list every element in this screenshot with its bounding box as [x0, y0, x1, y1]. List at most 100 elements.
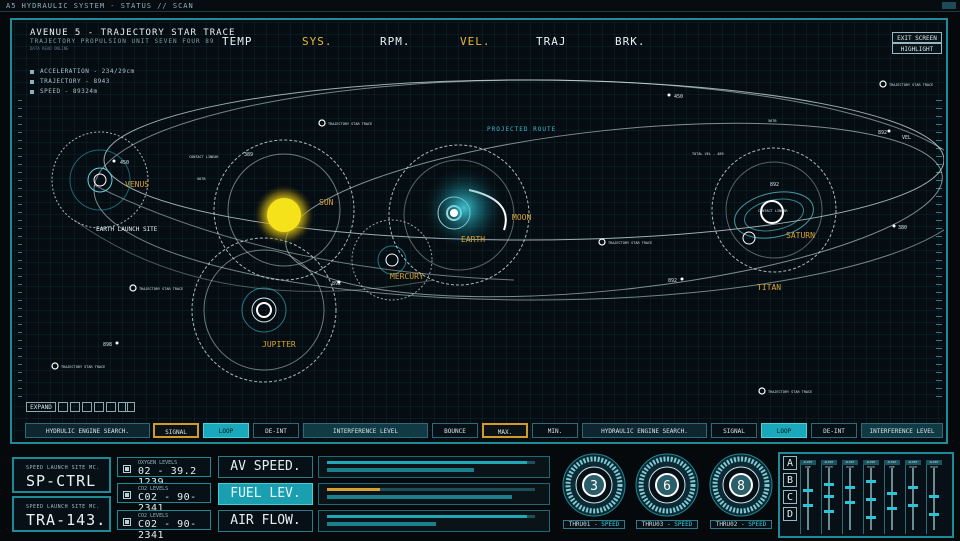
signal-button[interactable]: SIGNAL — [153, 423, 199, 438]
loop-button-2[interactable]: LOOP — [761, 423, 807, 438]
alert-channel[interactable]: ALERT EXIM — [863, 460, 879, 534]
channel-slider-knob[interactable] — [887, 507, 897, 510]
tab-brk[interactable]: BRK. — [615, 35, 646, 48]
contact-linear-label: CONTACT LINEAR — [189, 155, 219, 159]
tab-vel[interactable]: VEL. — [460, 35, 491, 48]
window-control-button[interactable] — [942, 2, 956, 9]
max-button[interactable]: MAX. — [482, 423, 528, 438]
tab-traj[interactable]: TRAJ — [536, 35, 567, 48]
alert-channel[interactable]: ALERT EXIM — [821, 460, 837, 534]
hydraulic-engine-search-button[interactable]: HYDRULIC ENGINE SEARCH. — [25, 423, 150, 438]
marker-dot — [112, 159, 116, 163]
alert-channel[interactable]: ALERT PHE — [884, 460, 900, 534]
small-code-label: 567B — [768, 119, 776, 123]
bar-fill-bottom — [327, 468, 474, 472]
marker-value: 380 — [898, 225, 907, 231]
channel-letter-d[interactable]: D — [783, 507, 797, 521]
alert-channel[interactable]: ALERT EXIM — [926, 460, 942, 534]
dial-label-3: THRU02 - SPEED — [710, 520, 772, 529]
expand-slot[interactable] — [58, 402, 68, 412]
fuel-level-button[interactable]: FUEL LEV. — [218, 483, 313, 505]
orbital-map: PROJECTED ROUTE EARTH LAUNCH SITE VEL VE… — [51, 79, 944, 395]
channel-label: ALERT PHE — [800, 460, 816, 469]
channel-slider-track[interactable] — [807, 468, 809, 530]
alert-channel[interactable]: ALERT EXIM — [905, 460, 921, 534]
bar-fill-top — [327, 461, 527, 464]
level-checkbox[interactable] — [123, 518, 131, 526]
channel-slider-knob[interactable] — [866, 480, 876, 483]
channel-slider-track[interactable] — [849, 468, 851, 530]
channel-letter-c[interactable]: C — [783, 490, 797, 504]
dial-label-1: THRU01 - SPEED — [563, 520, 625, 529]
thruster-dial-3: 8 — [709, 453, 773, 517]
loop-button[interactable]: LOOP — [203, 423, 249, 438]
hydraulic-engine-search-button-2[interactable]: HYDRAULIC ENGINE SEARCH. — [582, 423, 707, 438]
channel-label: ALERT EXIM — [863, 460, 879, 469]
alert-channel[interactable]: ALERT EXIM — [842, 460, 858, 534]
expand-slot[interactable] — [94, 402, 104, 412]
interference-level-button-2[interactable]: INTERFERENCE LEVEL — [861, 423, 943, 438]
channel-slider-knob[interactable] — [803, 504, 813, 507]
page-subtitle: TRAJECTORY PROPULSION UNIT SEVEN FOUR 89 — [30, 38, 215, 45]
channel-slider-knob[interactable] — [824, 510, 834, 513]
trace-marker — [51, 362, 59, 370]
channel-letter-b[interactable]: B — [783, 473, 797, 487]
de-int-button-2[interactable]: DE-INT — [811, 423, 857, 438]
trace-marker — [129, 284, 137, 292]
moon-label: MOON — [512, 213, 531, 222]
trace-marker — [879, 80, 887, 88]
channel-slider-track[interactable] — [912, 468, 914, 530]
channel-letter-a[interactable]: A — [783, 456, 797, 470]
channel-slider-knob[interactable] — [866, 498, 876, 501]
channel-slider-knob[interactable] — [929, 495, 939, 498]
signal-button-2[interactable]: SIGNAL — [711, 423, 757, 438]
channel-slider-track[interactable] — [891, 468, 893, 530]
jupiter-inner-ring — [241, 287, 287, 333]
earth-label: EARTH — [461, 235, 485, 244]
channel-slider-knob[interactable] — [845, 486, 855, 489]
channel-slider-knob[interactable] — [929, 513, 939, 516]
bar-fill-bottom — [327, 522, 437, 526]
channel-slider-knob[interactable] — [824, 495, 834, 498]
channel-slider-track[interactable] — [933, 468, 935, 530]
channel-slider-knob[interactable] — [887, 492, 897, 495]
marker-value: 892 — [332, 281, 341, 287]
channel-slider-knob[interactable] — [845, 501, 855, 504]
channel-slider-knob[interactable] — [824, 483, 834, 486]
co2-level-readout: CO2 LEVELS C02 - 90-2341 — [117, 483, 211, 514]
oxygen-level-readout: OXYGEN LEVELS 02 - 39.2 1239 — [117, 457, 211, 488]
total-vel-label: TOTAL VEL - 489 — [692, 152, 724, 156]
expand-slot[interactable] — [70, 402, 80, 412]
air-flow-button[interactable]: AIR FLOW. — [218, 510, 313, 532]
bar-fill-bottom — [327, 495, 512, 499]
highlight-button[interactable]: HIGHLIGHT — [892, 43, 942, 54]
marker-dot — [680, 277, 684, 281]
tab-rpm[interactable]: RPM. — [380, 35, 411, 48]
level-checkbox[interactable] — [123, 465, 131, 473]
channel-slider-knob[interactable] — [908, 486, 918, 489]
interference-level-button[interactable]: INTERFERENCE LEVEL — [303, 423, 428, 438]
exit-screen-button[interactable]: EXIT SCREEN — [892, 32, 942, 43]
trace-marker — [598, 238, 606, 246]
alert-channel[interactable]: ALERT PHE — [800, 460, 816, 534]
expand-button[interactable]: EXPAND — [26, 402, 56, 412]
dial-label-text: THRU02 — [715, 521, 738, 528]
expand-slot[interactable] — [125, 402, 135, 412]
de-int-button[interactable]: DE-INT — [253, 423, 299, 438]
channel-slider-knob[interactable] — [803, 489, 813, 492]
tab-sys[interactable]: SYS. — [302, 35, 333, 48]
bounce-button[interactable]: BOUNCE — [432, 423, 478, 438]
earth-core-fill — [450, 209, 458, 217]
channel-slider-knob[interactable] — [908, 504, 918, 507]
marker-value: 898 — [103, 342, 112, 348]
min-button[interactable]: MIN. — [532, 423, 578, 438]
mercury-orbit-ring — [351, 219, 433, 301]
channel-slider-knob[interactable] — [866, 516, 876, 519]
av-speed-button[interactable]: AV SPEED. — [218, 456, 313, 478]
tab-temp[interactable]: TEMP — [222, 35, 253, 48]
dial-value: 3 — [590, 479, 598, 494]
expand-slot[interactable] — [82, 402, 92, 412]
level-checkbox[interactable] — [123, 491, 131, 499]
expand-slot[interactable] — [106, 402, 116, 412]
channel-slider-track[interactable] — [828, 468, 830, 530]
